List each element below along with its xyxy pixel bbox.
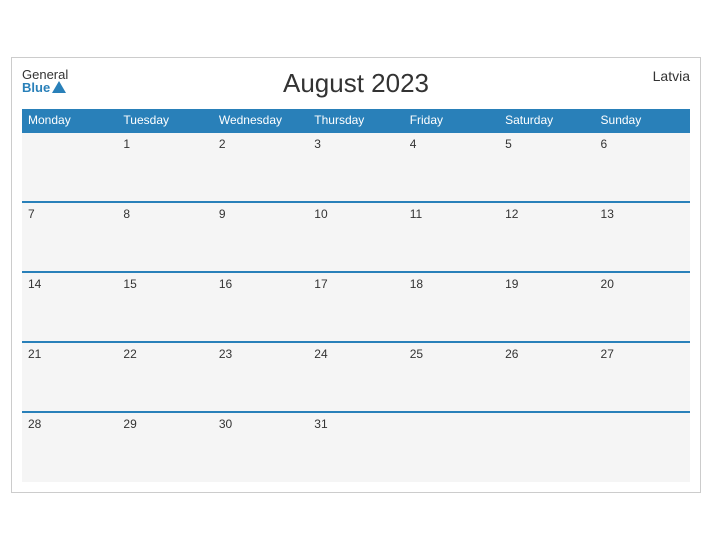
calendar-day-cell: 8 xyxy=(117,202,212,272)
day-number: 12 xyxy=(505,207,518,221)
country-label: Latvia xyxy=(653,68,690,84)
calendar-day-cell: 27 xyxy=(595,342,690,412)
day-number: 24 xyxy=(314,347,327,361)
day-number: 28 xyxy=(28,417,41,431)
calendar-day-cell: 14 xyxy=(22,272,117,342)
weekday-saturday: Saturday xyxy=(499,109,594,132)
day-number: 23 xyxy=(219,347,232,361)
weekday-wednesday: Wednesday xyxy=(213,109,308,132)
day-number: 22 xyxy=(123,347,136,361)
calendar-week-row: 7 8 9 10 11 12 13 xyxy=(22,202,690,272)
day-number: 13 xyxy=(601,207,614,221)
calendar-table: Monday Tuesday Wednesday Thursday Friday… xyxy=(22,109,690,482)
calendar-day-cell: 5 xyxy=(499,132,594,202)
logo: General Blue xyxy=(22,68,68,94)
day-number: 2 xyxy=(219,137,226,151)
day-number: 4 xyxy=(410,137,417,151)
calendar-day-cell: 22 xyxy=(117,342,212,412)
calendar-thead: Monday Tuesday Wednesday Thursday Friday… xyxy=(22,109,690,132)
calendar-day-cell: 29 xyxy=(117,412,212,482)
calendar-week-row: 14 15 16 17 18 19 20 xyxy=(22,272,690,342)
calendar-week-row: 21 22 23 24 25 26 27 xyxy=(22,342,690,412)
day-number: 7 xyxy=(28,207,35,221)
day-number: 10 xyxy=(314,207,327,221)
day-number: 6 xyxy=(601,137,608,151)
calendar-day-cell: 24 xyxy=(308,342,403,412)
weekday-thursday: Thursday xyxy=(308,109,403,132)
day-number: 14 xyxy=(28,277,41,291)
day-number: 20 xyxy=(601,277,614,291)
day-number: 1 xyxy=(123,137,130,151)
day-number: 17 xyxy=(314,277,327,291)
calendar-day-cell: 16 xyxy=(213,272,308,342)
calendar-container: General Blue August 2023 Latvia Monday T… xyxy=(11,57,701,493)
calendar-day-cell xyxy=(499,412,594,482)
logo-triangle-icon xyxy=(52,81,66,93)
calendar-day-cell: 23 xyxy=(213,342,308,412)
calendar-day-cell: 25 xyxy=(404,342,499,412)
calendar-day-cell: 26 xyxy=(499,342,594,412)
calendar-week-row: 28 29 30 31 xyxy=(22,412,690,482)
day-number: 15 xyxy=(123,277,136,291)
calendar-day-cell: 21 xyxy=(22,342,117,412)
calendar-day-cell: 17 xyxy=(308,272,403,342)
day-number: 27 xyxy=(601,347,614,361)
weekday-monday: Monday xyxy=(22,109,117,132)
day-number: 30 xyxy=(219,417,232,431)
calendar-day-cell: 15 xyxy=(117,272,212,342)
calendar-day-cell: 20 xyxy=(595,272,690,342)
calendar-day-cell xyxy=(595,412,690,482)
day-number: 26 xyxy=(505,347,518,361)
day-number: 31 xyxy=(314,417,327,431)
calendar-day-cell xyxy=(22,132,117,202)
calendar-title: August 2023 xyxy=(283,68,429,99)
day-number: 19 xyxy=(505,277,518,291)
calendar-day-cell: 28 xyxy=(22,412,117,482)
calendar-day-cell: 1 xyxy=(117,132,212,202)
calendar-day-cell: 7 xyxy=(22,202,117,272)
calendar-day-cell: 12 xyxy=(499,202,594,272)
calendar-day-cell: 19 xyxy=(499,272,594,342)
calendar-day-cell: 3 xyxy=(308,132,403,202)
day-number: 18 xyxy=(410,277,423,291)
calendar-day-cell: 13 xyxy=(595,202,690,272)
day-number: 9 xyxy=(219,207,226,221)
calendar-body: 1234567891011121314151617181920212223242… xyxy=(22,132,690,482)
day-number: 25 xyxy=(410,347,423,361)
calendar-day-cell: 10 xyxy=(308,202,403,272)
calendar-day-cell: 30 xyxy=(213,412,308,482)
day-number: 3 xyxy=(314,137,321,151)
day-number: 5 xyxy=(505,137,512,151)
calendar-day-cell xyxy=(404,412,499,482)
calendar-day-cell: 6 xyxy=(595,132,690,202)
calendar-week-row: 1 2 3 4 5 6 xyxy=(22,132,690,202)
day-number: 29 xyxy=(123,417,136,431)
logo-blue-text: Blue xyxy=(22,81,66,94)
calendar-day-cell: 2 xyxy=(213,132,308,202)
calendar-day-cell: 4 xyxy=(404,132,499,202)
weekday-tuesday: Tuesday xyxy=(117,109,212,132)
calendar-day-cell: 11 xyxy=(404,202,499,272)
calendar-day-cell: 9 xyxy=(213,202,308,272)
weekday-friday: Friday xyxy=(404,109,499,132)
day-number: 11 xyxy=(410,207,422,221)
day-number: 16 xyxy=(219,277,232,291)
calendar-day-cell: 31 xyxy=(308,412,403,482)
calendar-header: General Blue August 2023 Latvia xyxy=(22,68,690,99)
weekday-header-row: Monday Tuesday Wednesday Thursday Friday… xyxy=(22,109,690,132)
calendar-day-cell: 18 xyxy=(404,272,499,342)
weekday-sunday: Sunday xyxy=(595,109,690,132)
day-number: 21 xyxy=(28,347,41,361)
day-number: 8 xyxy=(123,207,130,221)
